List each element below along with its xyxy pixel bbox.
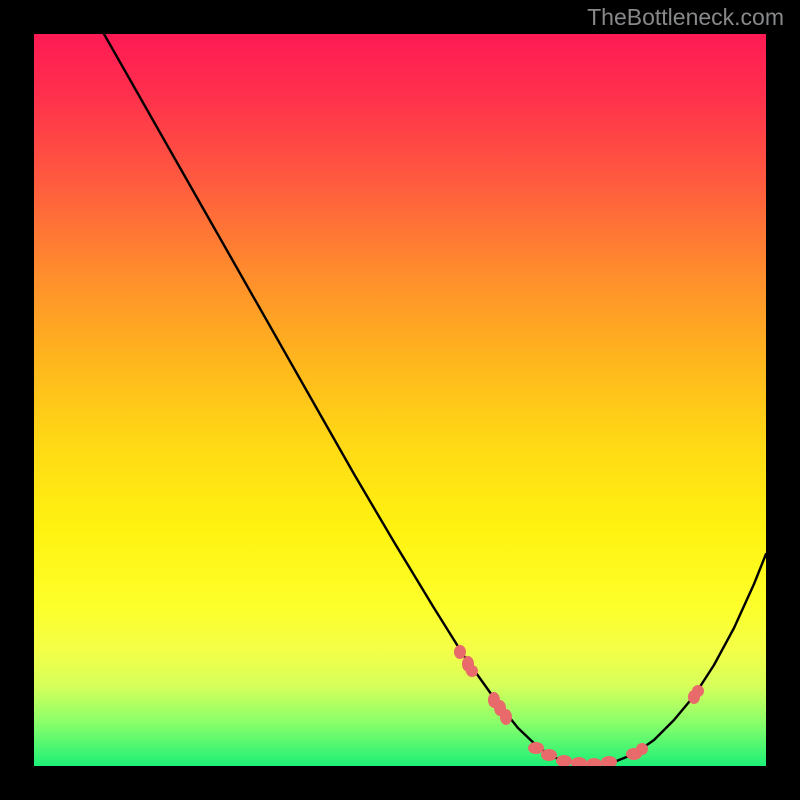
chart-container: TheBottleneck.com	[0, 0, 800, 800]
plot-area	[34, 34, 766, 766]
markers-group	[454, 645, 704, 766]
watermark-text: TheBottleneck.com	[587, 4, 784, 31]
data-marker	[556, 755, 572, 766]
data-marker	[454, 645, 466, 659]
data-marker	[586, 758, 602, 766]
data-marker	[636, 743, 648, 755]
data-marker	[571, 757, 587, 766]
data-marker	[541, 749, 557, 761]
data-marker	[500, 709, 512, 725]
data-marker	[528, 742, 544, 754]
data-marker	[466, 665, 478, 677]
data-marker	[692, 685, 704, 697]
data-marker	[601, 756, 617, 766]
markers-layer	[34, 34, 766, 766]
